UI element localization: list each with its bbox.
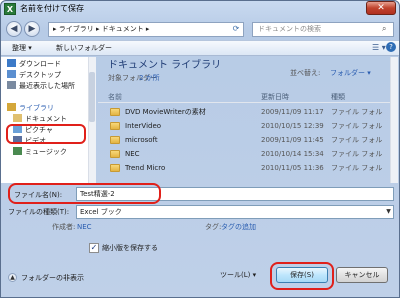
file-row[interactable]: Trend Micro 2010/11/05 11:36 ファイル フォル [98, 162, 390, 174]
file-type-cell: ファイル フォル [331, 164, 383, 172]
sidebar-item-label: ダウンロード [19, 60, 61, 68]
file-name-cell: microsoft [125, 136, 158, 144]
file-type-cell: ファイル フォル [331, 136, 383, 144]
music-icon [13, 147, 22, 155]
excel-app-icon: X [4, 3, 16, 15]
column-header-type[interactable]: 種類 [331, 92, 345, 102]
author-label: 作成者: [52, 223, 76, 231]
folder-icon [110, 122, 120, 130]
save-thumbnail-checkbox[interactable]: ✓ [89, 243, 99, 253]
folder-icon [110, 150, 120, 158]
sidebar-item-label: ライブラリ [19, 104, 54, 112]
file-row[interactable]: microsoft 2009/11/09 11:45 ファイル フォル [98, 134, 390, 146]
new-folder-button[interactable]: 新しいフォルダー [56, 42, 112, 54]
chevron-up-icon[interactable]: ▲ [8, 273, 17, 282]
tag-label: タグ: [205, 223, 222, 231]
author-value[interactable]: NEC [77, 221, 92, 233]
folder-icon [110, 164, 120, 172]
file-date-cell: 2010/11/05 11:36 [261, 164, 324, 172]
file-row[interactable]: DVD MovieWriterの素材 2009/11/09 11:17 ファイル フ… [98, 106, 390, 118]
sidebar-item[interactable]: ライブラリ [7, 103, 75, 114]
file-date-cell: 2010/10/15 12:39 [261, 122, 324, 130]
filetype-label: ファイルの種類(T): [8, 208, 70, 216]
highlight-documents [6, 124, 86, 144]
sidebar-item-label: ドキュメント [25, 115, 67, 123]
highlight-filename [8, 183, 161, 204]
search-icon[interactable]: ⌕ [382, 24, 392, 34]
chevron-down-icon[interactable]: ▼ [384, 206, 393, 218]
file-name-cell: Trend Micro [125, 164, 166, 172]
sidebar-item-label: デスクトップ [19, 71, 61, 79]
folder-icon [110, 108, 120, 116]
highlight-save [270, 262, 334, 290]
hide-folders-button[interactable]: フォルダーの非表示 [21, 272, 84, 284]
navigation-scrollbar-thumb[interactable] [89, 72, 95, 122]
sidebar-item[interactable]: ミュージック [7, 147, 75, 158]
address-bar[interactable]: ▸ ライブラリ ▸ ドキュメント ▸ [48, 22, 244, 37]
recent-places-icon [7, 81, 16, 89]
column-header-name[interactable]: 名前 [108, 92, 122, 102]
target-folders-link[interactable]: 2 か所 [139, 74, 160, 83]
cancel-button[interactable]: キャンセル [336, 267, 388, 283]
file-type-cell: ファイル フォル [331, 150, 383, 158]
tag-add-link[interactable]: タグの追加 [221, 221, 256, 233]
library-title: ドキュメント ライブラリ [108, 60, 222, 71]
sort-dropdown[interactable]: フォルダー ▾ [330, 69, 371, 78]
view-options-icon[interactable]: ☰ ▾ [372, 42, 386, 54]
window-title: 名前を付けて保存 [20, 4, 84, 13]
file-row[interactable]: InterVideo 2010/10/15 12:39 ファイル フォル [98, 120, 390, 132]
file-type-cell: ファイル フォル [331, 122, 383, 130]
column-header-row [98, 92, 390, 103]
file-date-cell: 2009/11/09 11:17 [261, 108, 324, 116]
file-row[interactable]: NEC 2010/10/14 15:34 ファイル フォル [98, 148, 390, 160]
organize-button[interactable]: 整理 ▾ [12, 42, 32, 54]
sidebar-item-label: 最近表示した場所 [19, 82, 75, 90]
tools-menu-button[interactable]: ツール(L) ▾ [220, 268, 266, 284]
save-thumbnail-label[interactable]: 縮小版を保存する [102, 242, 158, 254]
sidebar-item[interactable]: 最近表示した場所 [7, 81, 75, 92]
refresh-icon[interactable]: ⟳ [230, 23, 242, 35]
file-date-cell: 2010/10/14 15:34 [261, 150, 324, 158]
back-button[interactable]: ◀ [6, 21, 22, 37]
forward-button[interactable]: ▶ [24, 21, 40, 37]
file-name-cell: InterVideo [125, 122, 162, 130]
sort-label: 並べ替え: [290, 69, 321, 77]
file-name-cell: NEC [125, 150, 140, 158]
file-name-cell: DVD MovieWriterの素材 [125, 108, 206, 116]
desktop-icon [7, 70, 16, 78]
download-icon [7, 59, 16, 67]
help-icon[interactable]: ? [386, 42, 396, 52]
file-type-cell: ファイル フォル [331, 108, 383, 116]
close-button[interactable]: ✕ [366, 1, 396, 15]
search-input[interactable]: ドキュメントの検索 [252, 22, 394, 37]
file-list-scrollbar[interactable] [390, 57, 398, 183]
navigation-pane: ダウンロード デスクトップ 最近表示した場所 ライブラリ ドキュメント ピクチャ ビデオ ミュ… [1, 57, 96, 183]
column-header-date[interactable]: 更新日時 [261, 92, 289, 102]
file-date-cell: 2009/11/09 11:45 [261, 136, 324, 144]
sidebar-item[interactable]: ダウンロード [7, 59, 75, 70]
sidebar-item[interactable]: デスクトップ [7, 70, 75, 81]
filetype-select[interactable]: Excel ブック [76, 205, 394, 219]
folder-icon [110, 136, 120, 144]
library-icon [7, 103, 16, 111]
sidebar-item-label: ミュージック [25, 148, 67, 156]
documents-icon [13, 114, 22, 122]
